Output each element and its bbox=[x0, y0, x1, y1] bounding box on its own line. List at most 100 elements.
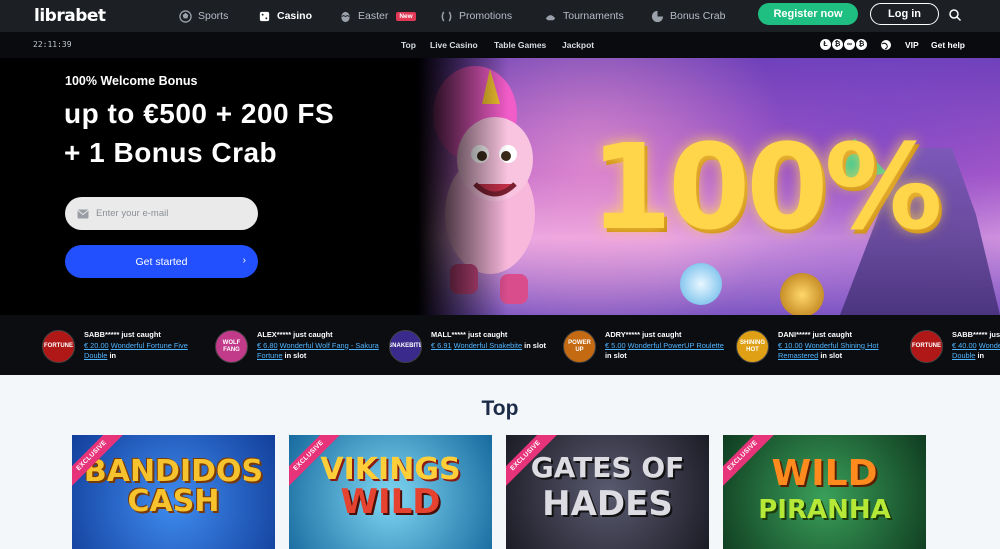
subnav-table-games[interactable]: Table Games bbox=[494, 40, 546, 50]
winner-amount[interactable]: € 10.00 bbox=[778, 341, 803, 350]
top-games-section: Top BANDIDOS CASH EXCLUSIVE VIKINGS WILD… bbox=[0, 375, 1000, 549]
login-button[interactable]: Log in bbox=[870, 3, 939, 25]
nav-label: Bonus Crab bbox=[670, 10, 726, 22]
game-thumbnail: FORTUNE bbox=[910, 330, 943, 363]
winner-amount[interactable]: € 40.00 bbox=[952, 341, 977, 350]
winner-amount[interactable]: € 6.91 bbox=[431, 341, 452, 350]
winner-game-link[interactable]: Wonderful Snakebite bbox=[454, 341, 522, 350]
game-title-line-2: CASH bbox=[127, 484, 220, 519]
dice-icon bbox=[259, 11, 270, 21]
recent-winners-ticker: FORTUNE SABB***** just caught € 20.00 Wo… bbox=[0, 315, 1000, 375]
game-title-line-1: GATES OF bbox=[530, 451, 685, 484]
soccer-ball-icon bbox=[179, 9, 192, 23]
game-card-gates-of-hades[interactable]: GATES OF HADES EXCLUSIVE bbox=[506, 435, 709, 549]
nav-casino[interactable]: Casino bbox=[258, 0, 312, 32]
ripple-icon: ∞ bbox=[844, 39, 855, 50]
hero-fade-overlay bbox=[418, 58, 508, 315]
winner-text: ALEX***** just caught € 6.80 Wonderful W… bbox=[257, 330, 379, 362]
subnav-top[interactable]: Top bbox=[401, 40, 416, 50]
librabet-logo[interactable]: librabet bbox=[34, 6, 106, 26]
nav-easter[interactable]: Easter New bbox=[339, 0, 416, 32]
email-field[interactable] bbox=[96, 208, 246, 219]
winner-user: ALEX***** just caught bbox=[257, 330, 333, 339]
game-card-bandidos-cash[interactable]: BANDIDOS CASH EXCLUSIVE bbox=[72, 435, 275, 549]
winner-item[interactable]: FORTUNE SABB***** just caught € 40.00 Wo… bbox=[910, 327, 1000, 363]
nav-label: Promotions bbox=[459, 10, 513, 22]
nav-label: Sports bbox=[198, 10, 229, 22]
winner-text: DANI***** just caught € 10.00 Wonderful … bbox=[778, 330, 900, 362]
game-thumbnail: WOLF FANG bbox=[215, 330, 248, 363]
bitcoin-icon: ₿ bbox=[832, 39, 843, 50]
chevron-right-icon: › bbox=[242, 255, 246, 266]
winner-suffix: in slot bbox=[284, 351, 307, 360]
winner-amount[interactable]: € 6.80 bbox=[257, 341, 278, 350]
get-started-label: Get started bbox=[135, 255, 188, 268]
laurel-icon bbox=[441, 10, 452, 22]
subnav-jackpot[interactable]: Jackpot bbox=[562, 40, 594, 50]
game-thumbnail: FORTUNE bbox=[42, 330, 75, 363]
nav-tournaments[interactable]: Tournaments bbox=[544, 0, 624, 32]
nav-bonus-crab[interactable]: Bonus Crab bbox=[651, 0, 725, 32]
crypto-icons: Ł ₿ ∞ ₿ bbox=[820, 39, 867, 50]
winner-game-link[interactable]: Wonderful PowerUP Roulette bbox=[628, 341, 724, 350]
game-title-line-2: HADES bbox=[542, 484, 673, 524]
bubble-coin-illustration bbox=[680, 263, 722, 305]
winner-suffix: in bbox=[109, 351, 117, 360]
globe-icon[interactable] bbox=[880, 39, 892, 51]
hero-title-line-2: + 1 Bonus Crab bbox=[64, 137, 278, 168]
game-thumbnail: SHINING HOT bbox=[736, 330, 769, 363]
winner-item[interactable]: SNAKEBITE MALL***** just caught € 6.91 W… bbox=[389, 327, 549, 363]
winner-text: SABB***** just caught € 40.00 Wonderful … bbox=[952, 330, 1000, 362]
winner-item[interactable]: WOLF FANG ALEX***** just caught € 6.80 W… bbox=[215, 327, 379, 363]
game-thumbnail: SNAKEBITE bbox=[389, 330, 422, 363]
nav-sports[interactable]: Sports bbox=[179, 0, 228, 32]
subnav-live-casino[interactable]: Live Casino bbox=[430, 40, 478, 50]
nav-promotions[interactable]: Promotions bbox=[440, 0, 512, 32]
hero-banner: 100% 100% Welcome Bonus up to €500 + 200… bbox=[0, 58, 1000, 315]
game-title-line-1: WILD bbox=[771, 453, 878, 494]
claw-icon bbox=[651, 10, 664, 22]
game-card-wild-piranha[interactable]: WILD PIRANHA EXCLUSIVE bbox=[723, 435, 926, 549]
clock: 22:11:39 bbox=[33, 40, 72, 49]
vip-link[interactable]: VIP bbox=[905, 40, 919, 50]
hero-subtitle: 100% Welcome Bonus bbox=[65, 74, 198, 88]
game-card-vikings-wild[interactable]: VIKINGS WILD EXCLUSIVE bbox=[289, 435, 492, 549]
winner-user: ADRY***** just caught bbox=[605, 330, 682, 339]
winner-item[interactable]: FORTUNE SABB***** just caught € 20.00 Wo… bbox=[42, 327, 202, 363]
new-badge: New bbox=[396, 11, 416, 21]
gold-coin-illustration bbox=[780, 273, 824, 315]
winner-suffix: in slot bbox=[820, 351, 843, 360]
winner-user: DANI***** just caught bbox=[778, 330, 852, 339]
winner-text: ADRY***** just caught € 5.00 Wonderful P… bbox=[605, 330, 727, 362]
winner-suffix: in slot bbox=[524, 340, 546, 350]
winner-amount[interactable]: € 5.00 bbox=[605, 341, 626, 350]
winner-suffix: in slot bbox=[605, 351, 627, 360]
winner-text: MALL***** just caught € 6.91 Wonderful S… bbox=[431, 330, 553, 351]
nav-label: Casino bbox=[277, 10, 313, 22]
search-icon[interactable] bbox=[948, 8, 962, 22]
winner-user: SABB***** just caught bbox=[84, 330, 161, 339]
hero-title-line-1: up to €500 + 200 FS bbox=[64, 98, 335, 129]
winner-user: MALL***** just caught bbox=[431, 330, 508, 339]
winner-suffix: in bbox=[977, 351, 985, 360]
logo-text: libra bbox=[34, 6, 76, 26]
hero-title: up to €500 + 200 FS + 1 Bonus Crab bbox=[64, 94, 424, 172]
nav-label: Easter bbox=[358, 10, 389, 22]
promo-100-percent: 100% bbox=[590, 118, 943, 256]
envelope-icon bbox=[77, 209, 89, 218]
logo-accent-text: bet bbox=[75, 6, 106, 26]
winner-amount[interactable]: € 20.00 bbox=[84, 341, 109, 350]
winner-user: SABB***** just caught bbox=[952, 330, 1000, 339]
winner-item[interactable]: SHINING HOT DANI***** just caught € 10.0… bbox=[736, 327, 896, 363]
game-thumbnail: POWER UP bbox=[563, 330, 596, 363]
top-navigation: librabet Sports Casino Easter New Promot… bbox=[0, 0, 1000, 32]
winner-text: SABB***** just caught € 20.00 Wonderful … bbox=[84, 330, 206, 362]
crab-icon bbox=[545, 14, 556, 20]
get-started-button[interactable]: Get started › bbox=[65, 245, 258, 278]
register-button[interactable]: Register now bbox=[758, 3, 858, 25]
winner-item[interactable]: POWER UP ADRY***** just caught € 5.00 Wo… bbox=[563, 327, 724, 363]
game-title-line-2: WILD bbox=[340, 482, 441, 522]
bitcoin-cash-icon: ₿ bbox=[856, 39, 867, 50]
get-help-link[interactable]: Get help bbox=[931, 40, 965, 50]
email-field-wrapper bbox=[65, 197, 258, 230]
